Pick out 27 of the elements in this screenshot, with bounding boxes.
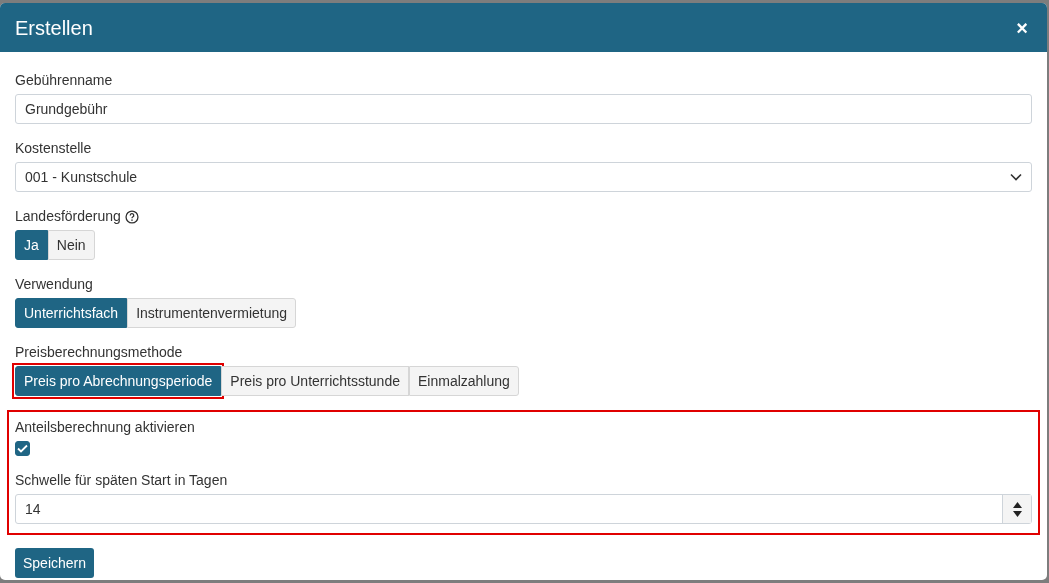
- arrow-up-icon: [1012, 501, 1022, 508]
- field-label: Landesförderung: [15, 207, 121, 226]
- save-button[interactable]: Speichern: [15, 548, 95, 578]
- check-icon: [17, 444, 28, 453]
- checkbox[interactable]: [15, 441, 30, 456]
- chevron-down-icon: [1010, 173, 1022, 181]
- option-button[interactable]: Preis pro Unterrichtsstunde: [221, 366, 409, 396]
- field-label: Schwelle für späten Start in Tagen: [15, 471, 229, 490]
- select-field[interactable]: 001 - Kunstschule: [15, 162, 1032, 192]
- option-button[interactable]: Nein: [47, 230, 95, 260]
- help-icon[interactable]: [124, 209, 139, 224]
- option-button[interactable]: Unterrichtsfach: [15, 298, 128, 328]
- field-label: Verwendung: [15, 275, 93, 294]
- field-label: Kostenstelle: [15, 139, 92, 158]
- arrow-down-icon: [1012, 510, 1022, 517]
- close-button[interactable]: ×: [1016, 17, 1028, 38]
- option-button[interactable]: Einmalzahlung: [409, 366, 519, 396]
- option-button[interactable]: Preis pro Abrechnungsperiode: [15, 366, 222, 396]
- number-field[interactable]: 14: [15, 494, 1032, 524]
- text-field[interactable]: Grundgebühr: [15, 94, 1032, 124]
- field-label: Preisberechnungsmethode: [15, 343, 183, 362]
- field-label: Gebührenname: [15, 71, 113, 90]
- option-button[interactable]: Ja: [15, 230, 48, 260]
- dialog-title: Erstellen: [15, 15, 93, 41]
- field-label: Anteilsberechnung aktivieren: [15, 418, 196, 437]
- option-button[interactable]: Instrumentenvermietung: [127, 298, 297, 328]
- spinner-control[interactable]: [1002, 495, 1031, 523]
